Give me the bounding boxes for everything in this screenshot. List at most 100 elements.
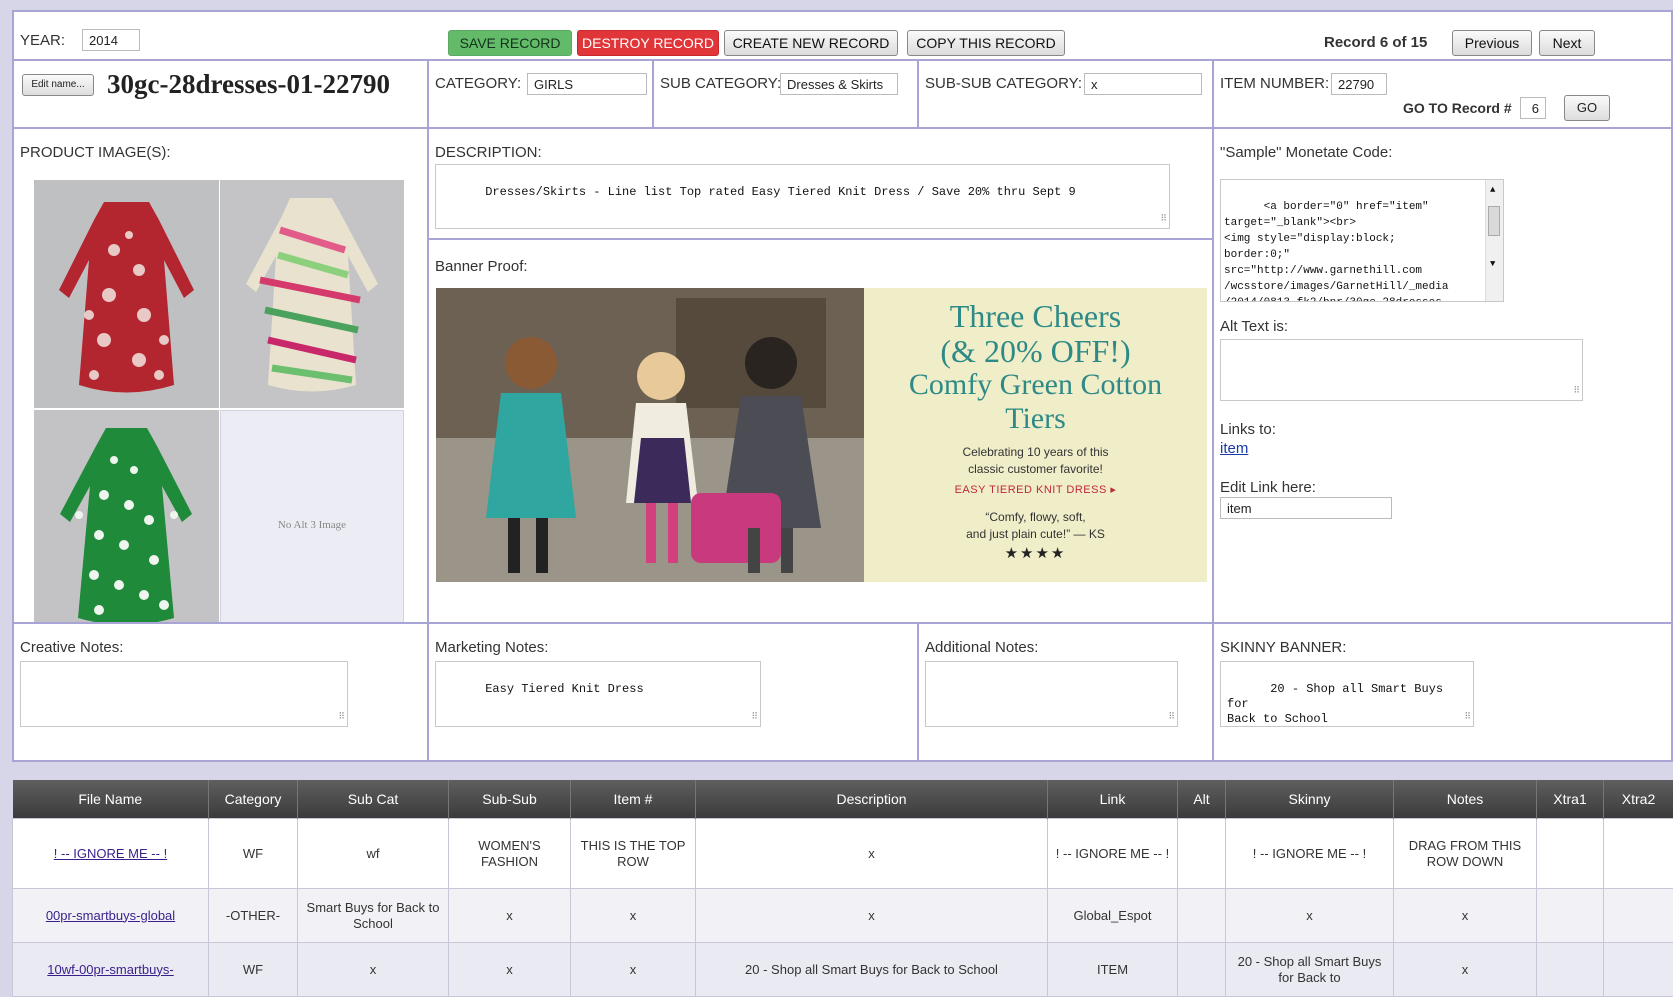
table-cell: ! -- IGNORE ME -- ! xyxy=(1048,819,1178,889)
product-images-label: PRODUCT IMAGE(S): xyxy=(20,144,171,161)
marketing-notes-value: Easy Tiered Knit Dress xyxy=(485,682,643,696)
resize-grip-icon[interactable]: ⠿ xyxy=(1464,710,1471,725)
col-header[interactable]: Notes xyxy=(1394,780,1537,819)
subsub-category-label: SUB-SUB CATEGORY: xyxy=(925,75,1082,92)
table-header-row: File Name Category Sub Cat Sub-Sub Item … xyxy=(13,780,1673,819)
item-number-input[interactable]: 22790 xyxy=(1331,73,1387,95)
table-cell: THIS IS THE TOP ROW xyxy=(571,819,696,889)
col-header[interactable]: Sub-Sub xyxy=(449,780,571,819)
resize-grip-icon[interactable]: ⠿ xyxy=(1168,710,1175,725)
product-image-3[interactable] xyxy=(34,410,219,622)
table-cell: x xyxy=(449,889,571,943)
monetate-code-textarea[interactable]: <a border="0" href="item" target="_blank… xyxy=(1220,179,1504,302)
item-number-label: ITEM NUMBER: xyxy=(1220,75,1329,92)
records-table: File Name Category Sub Cat Sub-Sub Item … xyxy=(12,780,1673,997)
go-button[interactable]: GO xyxy=(1564,95,1610,121)
table-cell xyxy=(1604,889,1673,943)
table-row[interactable]: 00pr-smartbuys-global -OTHER- Smart Buys… xyxy=(13,889,1673,943)
record-name: 30gc-28dresses-01-22790 xyxy=(107,69,390,100)
subcategory-input[interactable]: Dresses & Skirts xyxy=(780,73,898,95)
goto-record-label: GO TO Record # xyxy=(1403,100,1512,116)
file-name-link[interactable]: 10wf-00pr-smartbuys- xyxy=(13,943,209,997)
category-label: CATEGORY: xyxy=(435,75,521,92)
edit-name-button[interactable]: Edit name... xyxy=(22,74,94,96)
previous-button[interactable]: Previous xyxy=(1452,30,1532,56)
table-cell: ! -- IGNORE ME -- ! xyxy=(1226,819,1394,889)
table-cell: x xyxy=(696,819,1048,889)
col-header[interactable]: Category xyxy=(209,780,298,819)
col-header[interactable]: Skinny xyxy=(1226,780,1394,819)
banner-stars: ★★★★ xyxy=(864,544,1207,562)
scrollbar[interactable]: ▲ ▼ xyxy=(1485,180,1503,302)
col-header[interactable]: File Name xyxy=(13,780,209,819)
table-row[interactable]: ! -- IGNORE ME -- ! WF wf WOMEN'S FASHIO… xyxy=(13,819,1673,889)
create-new-record-button[interactable]: CREATE NEW RECORD xyxy=(724,30,898,56)
product-image-1[interactable] xyxy=(34,180,219,408)
scroll-down-icon[interactable]: ▼ xyxy=(1490,256,1495,272)
next-button[interactable]: Next xyxy=(1539,30,1595,56)
banner-image[interactable]: Three Cheers (& 20% OFF!) Comfy Green Co… xyxy=(436,288,1207,582)
banner-headline-1: Three Cheers xyxy=(864,298,1207,335)
subsub-category-input[interactable]: x xyxy=(1084,73,1202,95)
additional-notes-textarea[interactable]: ⠿ xyxy=(925,661,1178,727)
col-header[interactable]: Alt xyxy=(1178,780,1226,819)
banner-quote-2: and just plain cute!” — KS xyxy=(864,527,1207,541)
col-header[interactable]: Item # xyxy=(571,780,696,819)
description-cell: DESCRIPTION: Dresses/Skirts - Line list … xyxy=(429,129,1212,238)
destroy-record-button[interactable]: DESTROY RECORD xyxy=(577,30,719,56)
table-cell: DRAG FROM THIS ROW DOWN xyxy=(1394,819,1537,889)
col-header[interactable]: Xtra1 xyxy=(1537,780,1604,819)
year-input[interactable]: 2014 xyxy=(82,29,140,51)
edit-link-input[interactable]: item xyxy=(1220,497,1392,519)
additional-notes-cell: Additional Notes: ⠿ xyxy=(919,624,1212,760)
table-cell: 20 - Shop all Smart Buys for Back to Sch… xyxy=(696,943,1048,997)
marketing-notes-cell: Marketing Notes: Easy Tiered Knit Dress … xyxy=(429,624,917,760)
file-name-link[interactable]: 00pr-smartbuys-global xyxy=(13,889,209,943)
resize-grip-icon[interactable]: ⠿ xyxy=(338,710,345,725)
resize-grip-icon[interactable]: ⠿ xyxy=(1573,384,1580,399)
col-header[interactable]: Link xyxy=(1048,780,1178,819)
scroll-thumb[interactable] xyxy=(1488,206,1500,236)
table-cell: x xyxy=(1394,889,1537,943)
links-to-label: Links to: xyxy=(1220,421,1276,438)
table-cell xyxy=(1178,819,1226,889)
creative-notes-cell: Creative Notes: ⠿ xyxy=(14,624,427,760)
banner-headline-4: Tiers xyxy=(864,402,1207,436)
additional-notes-label: Additional Notes: xyxy=(925,639,1038,656)
table-cell: WOMEN'S FASHION xyxy=(449,819,571,889)
file-name-link[interactable]: ! -- IGNORE ME -- ! xyxy=(13,819,209,889)
alt-text-label: Alt Text is: xyxy=(1220,318,1288,335)
banner-sub-1: Celebrating 10 years of this xyxy=(864,445,1207,459)
toolbar: YEAR: 2014 SAVE RECORD DESTROY RECORD CR… xyxy=(14,12,1671,59)
banner-sub-2: classic customer favorite! xyxy=(864,462,1207,476)
banner-quote-1: “Comfy, flowy, soft, xyxy=(864,510,1207,524)
alt-text-textarea[interactable]: ⠿ xyxy=(1220,339,1583,401)
description-textarea[interactable]: Dresses/Skirts - Line list Top rated Eas… xyxy=(435,164,1170,229)
monetate-cell: "Sample" Monetate Code: <a border="0" hr… xyxy=(1214,129,1671,622)
table-cell xyxy=(1537,943,1604,997)
banner-headline-3: Comfy Green Cotton xyxy=(864,368,1207,402)
save-record-button[interactable]: SAVE RECORD xyxy=(448,30,572,56)
product-image-2[interactable] xyxy=(220,180,404,408)
category-input[interactable]: GIRLS xyxy=(527,73,647,95)
product-images-cell: PRODUCT IMAGE(S): xyxy=(14,129,427,622)
marketing-notes-textarea[interactable]: Easy Tiered Knit Dress ⠿ xyxy=(435,661,761,727)
record-form: YEAR: 2014 SAVE RECORD DESTROY RECORD CR… xyxy=(12,10,1673,762)
banner-cta-link[interactable]: EASY TIERED KNIT DRESS ▸ xyxy=(864,483,1207,496)
resize-grip-icon[interactable]: ⠿ xyxy=(751,710,758,725)
table-cell xyxy=(1537,889,1604,943)
copy-record-button[interactable]: COPY THIS RECORD xyxy=(907,30,1065,56)
category-cell: CATEGORY: GIRLS xyxy=(429,61,652,127)
skinny-banner-textarea[interactable]: 20 - Shop all Smart Buys for Back to Sch… xyxy=(1220,661,1474,727)
goto-record-input[interactable]: 6 xyxy=(1520,97,1546,119)
table-cell: x xyxy=(571,943,696,997)
table-cell xyxy=(1178,889,1226,943)
scroll-up-icon[interactable]: ▲ xyxy=(1490,182,1495,198)
table-row[interactable]: 10wf-00pr-smartbuys- WF x x x 20 - Shop … xyxy=(13,943,1673,997)
links-to-link[interactable]: item xyxy=(1220,440,1248,457)
col-header[interactable]: Sub Cat xyxy=(298,780,449,819)
col-header[interactable]: Xtra2 xyxy=(1604,780,1673,819)
creative-notes-textarea[interactable]: ⠿ xyxy=(20,661,348,727)
col-header[interactable]: Description xyxy=(696,780,1048,819)
resize-grip-icon[interactable]: ⠿ xyxy=(1160,212,1167,227)
